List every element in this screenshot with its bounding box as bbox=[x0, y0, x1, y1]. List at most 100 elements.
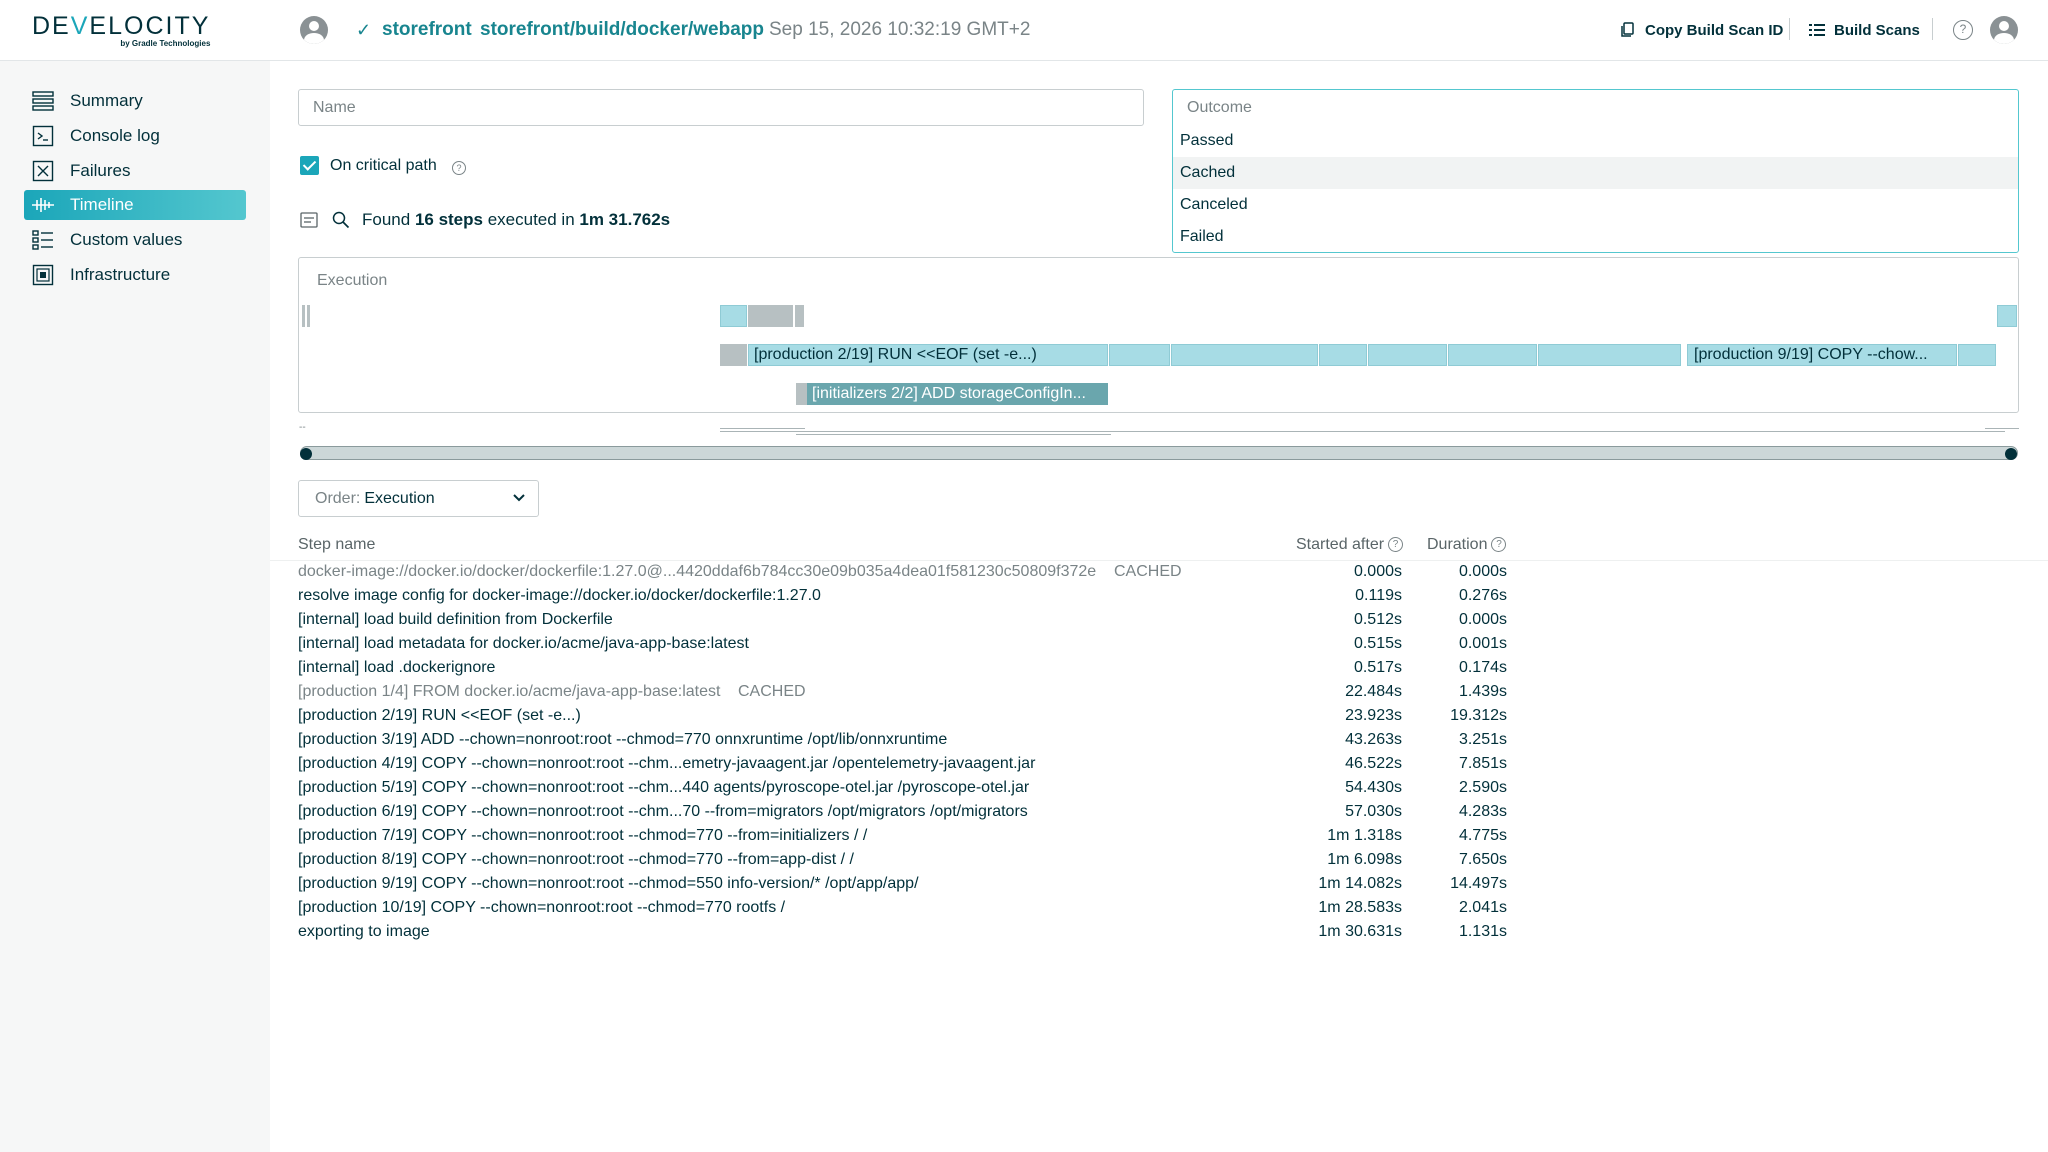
outcome-filter-input[interactable]: Outcome bbox=[1173, 90, 2018, 125]
table-row[interactable]: [production 6/19] COPY --chown=nonroot:r… bbox=[298, 803, 1518, 827]
duration-value: 1.131s bbox=[1458, 923, 1507, 940]
duration-value: 1.439s bbox=[1458, 683, 1507, 700]
table-row[interactable]: [production 9/19] COPY --chown=nonroot:r… bbox=[298, 875, 1518, 899]
step-name[interactable]: [internal] load .dockerignore bbox=[298, 659, 495, 677]
sidebar-item-infrastructure[interactable]: Infrastructure bbox=[24, 260, 246, 290]
timeline-bar-label: [production 9/19] COPY --chow... bbox=[1694, 346, 1928, 363]
logo-wordmark: DEVELOCITY bbox=[32, 14, 210, 39]
outcome-option-canceled[interactable]: Canceled bbox=[1173, 189, 2018, 221]
timeline-bar[interactable] bbox=[307, 305, 310, 327]
build-scans-button[interactable]: Build Scans bbox=[1808, 21, 1920, 39]
step-name[interactable]: [production 1/4] FROM docker.io/acme/jav… bbox=[298, 683, 720, 701]
step-name[interactable]: docker-image://docker.io/docker/dockerfi… bbox=[298, 563, 1096, 581]
table-row[interactable]: [production 3/19] ADD --chown=nonroot:ro… bbox=[298, 731, 1518, 755]
started-after-help-icon[interactable]: ? bbox=[1388, 537, 1404, 553]
details-icon[interactable] bbox=[300, 211, 318, 229]
timeline-bar[interactable] bbox=[748, 305, 793, 327]
outcome-filter-dropdown[interactable]: Outcome Passed Cached Canceled Failed bbox=[1172, 89, 2019, 253]
table-row[interactable]: [internal] load build definition from Do… bbox=[298, 611, 1518, 635]
outcome-option-passed[interactable]: Passed bbox=[1173, 125, 2018, 157]
timeline-bar[interactable] bbox=[302, 305, 305, 327]
search-icon[interactable] bbox=[332, 211, 350, 229]
step-name[interactable]: [production 9/19] COPY --chown=nonroot:r… bbox=[298, 875, 919, 893]
table-row[interactable]: [production 10/19] COPY --chown=nonroot:… bbox=[298, 899, 1518, 923]
table-row[interactable]: [internal] load .dockerignore 0.517s 0.174… bbox=[298, 659, 1518, 683]
timeline-bar[interactable] bbox=[796, 383, 807, 405]
step-name[interactable]: [production 8/19] COPY --chown=nonroot:r… bbox=[298, 851, 854, 869]
step-name[interactable]: [internal] load metadata for docker.io/a… bbox=[298, 635, 749, 653]
table-row[interactable]: [production 2/19] RUN <<EOF (set -e...) 2… bbox=[298, 707, 1518, 731]
table-row[interactable]: [production 1/4] FROM docker.io/acme/jav… bbox=[298, 683, 1518, 707]
timeline-bar[interactable] bbox=[720, 305, 747, 327]
column-step-name[interactable]: Step name bbox=[298, 536, 375, 554]
critical-path-checkbox[interactable] bbox=[300, 156, 319, 175]
copy-build-scan-id-label: Copy Build Scan ID bbox=[1645, 21, 1784, 39]
table-row[interactable]: exporting to image 1m 30.631s 1.131s bbox=[298, 923, 1518, 947]
duration-value: 2.041s bbox=[1458, 899, 1507, 916]
timeline-bar[interactable] bbox=[1368, 344, 1447, 366]
step-name[interactable]: resolve image config for docker-image://… bbox=[298, 587, 821, 605]
sidebar-item-console-log[interactable]: Console log bbox=[24, 121, 246, 151]
help-icon[interactable]: ? bbox=[1953, 20, 1973, 40]
duration-help-icon[interactable]: ? bbox=[1491, 537, 1507, 553]
sidebar-item-label: Console log bbox=[70, 126, 160, 145]
sidebar-item-summary[interactable]: Summary bbox=[24, 86, 246, 116]
build-path-link[interactable]: storefront/build/docker/webapp bbox=[480, 19, 764, 41]
range-end-handle[interactable] bbox=[2005, 448, 2017, 460]
sidebar-item-custom-values[interactable]: Custom values bbox=[24, 225, 246, 255]
table-row[interactable]: [production 4/19] COPY --chown=nonroot:r… bbox=[298, 755, 1518, 779]
table-row[interactable]: [internal] load metadata for docker.io/a… bbox=[298, 635, 1518, 659]
timeline-bar[interactable] bbox=[1997, 305, 2017, 327]
timeline-bar[interactable] bbox=[1538, 344, 1681, 366]
timeline-bar[interactable] bbox=[1319, 344, 1367, 366]
started-after-value: 0.512s bbox=[1353, 611, 1402, 628]
column-started-after-label: Started after bbox=[1296, 536, 1385, 553]
sidebar-item-timeline[interactable]: Timeline bbox=[24, 190, 246, 220]
step-name[interactable]: [production 5/19] COPY --chown=nonroot:r… bbox=[298, 779, 1029, 797]
table-row[interactable]: [production 7/19] COPY --chown=nonroot:r… bbox=[298, 827, 1518, 851]
step-name[interactable]: [production 4/19] COPY --chown=nonroot:r… bbox=[298, 755, 1035, 773]
timeline-bar[interactable] bbox=[795, 305, 804, 327]
step-name[interactable]: [production 7/19] COPY --chown=nonroot:r… bbox=[298, 827, 867, 845]
timeline-bar[interactable] bbox=[720, 344, 747, 366]
duration-value: 4.283s bbox=[1458, 803, 1507, 820]
timeline-bar[interactable] bbox=[1448, 344, 1537, 366]
started-after-value: 0.515s bbox=[1353, 635, 1402, 652]
build-project-link[interactable]: storefront bbox=[382, 19, 472, 41]
develocity-logo[interactable]: DEVELOCITY by Gradle Technologies bbox=[32, 14, 210, 49]
timeline-bar[interactable] bbox=[1958, 344, 1996, 366]
started-after-value: 23.923s bbox=[1345, 707, 1402, 724]
minimap-line bbox=[796, 434, 1111, 435]
order-select[interactable]: Order: Execution bbox=[298, 480, 539, 517]
user-avatar[interactable] bbox=[1990, 16, 2018, 44]
found-middle: executed in bbox=[482, 210, 580, 229]
step-name[interactable]: [internal] load build definition from Do… bbox=[298, 611, 613, 629]
table-row[interactable]: docker-image://docker.io/docker/dockerfi… bbox=[298, 563, 1518, 587]
summary-icon bbox=[32, 90, 54, 112]
name-filter-input[interactable] bbox=[298, 89, 1144, 126]
step-name[interactable]: [production 2/19] RUN <<EOF (set -e...) bbox=[298, 707, 581, 725]
step-name[interactable]: [production 10/19] COPY --chown=nonroot:… bbox=[298, 899, 785, 917]
critical-path-label[interactable]: On critical path bbox=[330, 157, 437, 175]
duration-value: 0.001s bbox=[1458, 635, 1507, 652]
step-name[interactable]: [production 3/19] ADD --chown=nonroot:ro… bbox=[298, 731, 947, 749]
copy-build-scan-id-button[interactable]: Copy Build Scan ID bbox=[1619, 21, 1783, 39]
step-name[interactable]: exporting to image bbox=[298, 923, 430, 941]
build-user-avatar[interactable] bbox=[300, 16, 328, 44]
timeline-bar[interactable] bbox=[1109, 344, 1170, 366]
timeline-bar[interactable] bbox=[1171, 344, 1318, 366]
started-after-value: 0.000s bbox=[1353, 563, 1402, 580]
range-start-handle[interactable] bbox=[300, 448, 312, 460]
column-duration[interactable]: Duration? bbox=[1427, 536, 1507, 554]
table-row[interactable]: [production 5/19] COPY --chown=nonroot:r… bbox=[298, 779, 1518, 803]
outcome-option-cached[interactable]: Cached bbox=[1173, 157, 2018, 189]
step-name[interactable]: [production 6/19] COPY --chown=nonroot:r… bbox=[298, 803, 1028, 821]
critical-path-help-icon[interactable]: ? bbox=[452, 161, 466, 175]
column-started-after[interactable]: Started after? bbox=[1296, 536, 1404, 554]
sidebar-item-failures[interactable]: Failures bbox=[24, 156, 246, 186]
table-row[interactable]: resolve image config for docker-image://… bbox=[298, 587, 1518, 611]
timeline-range-slider[interactable] bbox=[300, 446, 2018, 460]
execution-timeline[interactable]: Execution [production 2/19] RUN <<EOF (s… bbox=[298, 257, 2019, 413]
table-row[interactable]: [production 8/19] COPY --chown=nonroot:r… bbox=[298, 851, 1518, 875]
outcome-option-failed[interactable]: Failed bbox=[1173, 221, 2018, 253]
